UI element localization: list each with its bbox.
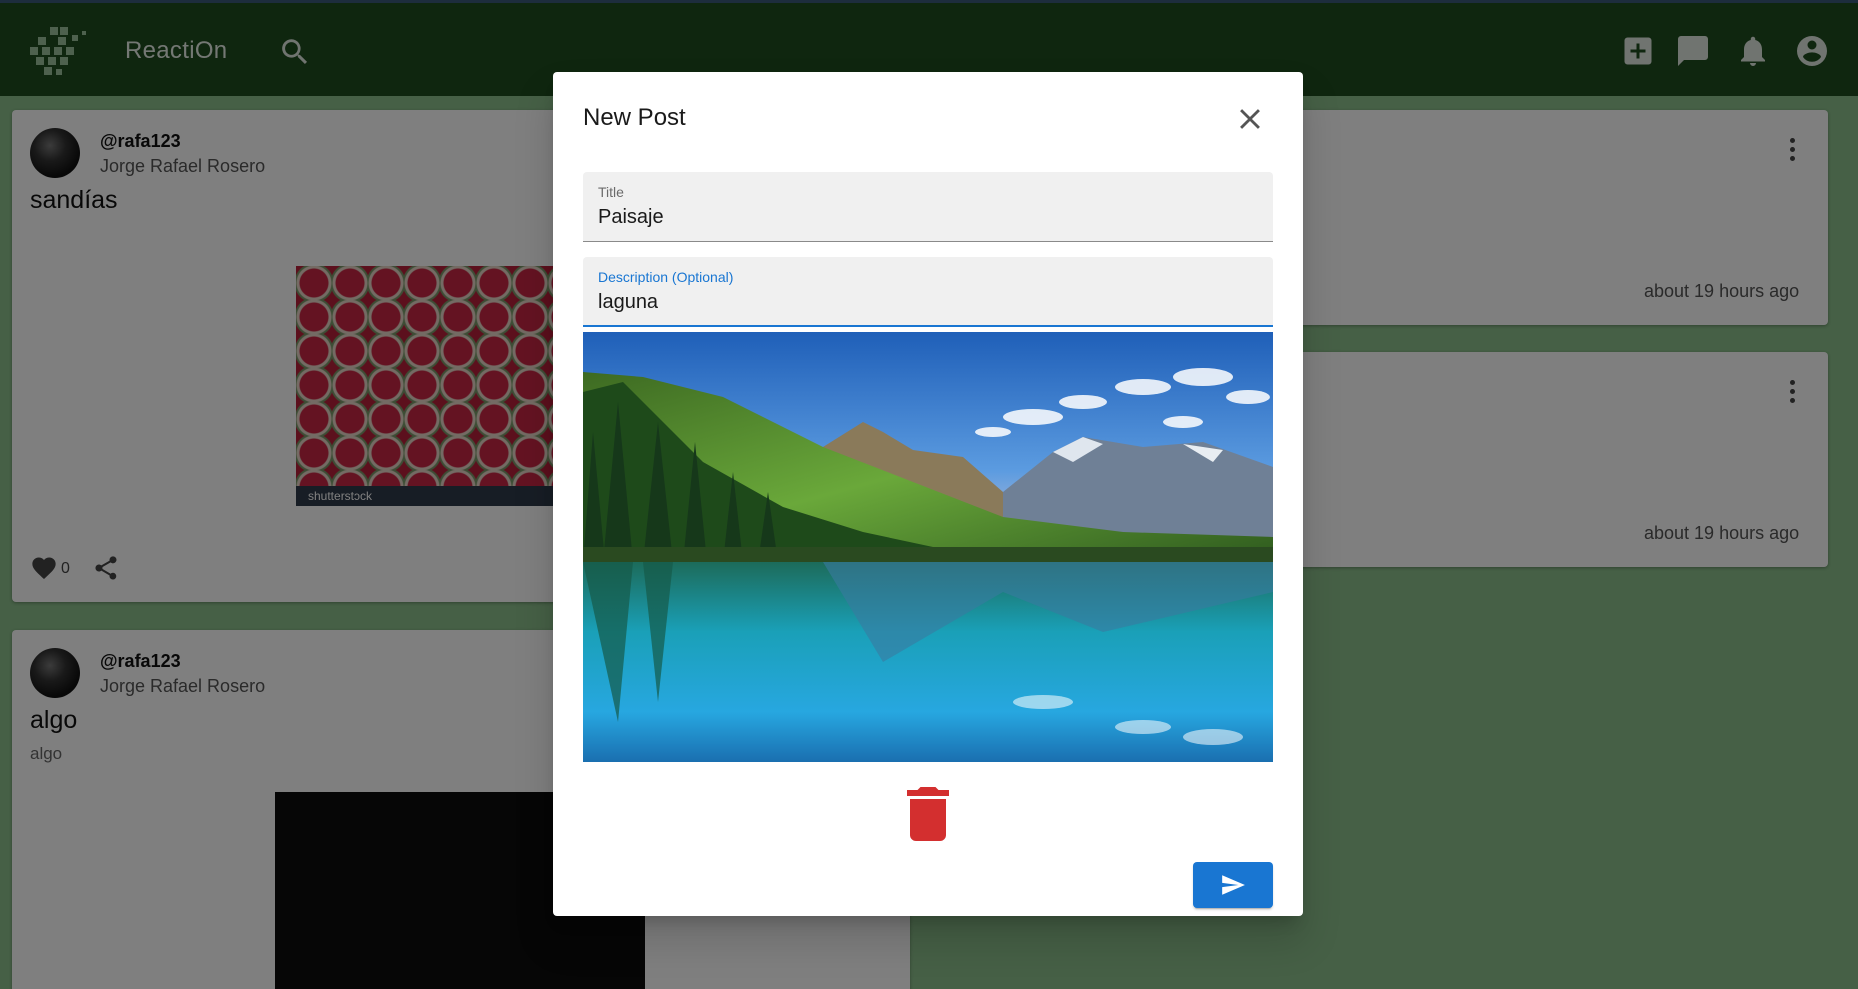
title-field[interactable]: Title — [583, 172, 1273, 242]
close-icon[interactable] — [1233, 102, 1267, 136]
description-field[interactable]: Description (Optional) — [583, 257, 1273, 327]
delete-icon[interactable] — [907, 787, 949, 841]
description-field-label: Description (Optional) — [598, 269, 734, 285]
title-input[interactable] — [598, 206, 1258, 229]
dialog-title: New Post — [583, 104, 686, 131]
description-input[interactable] — [598, 291, 1258, 314]
new-post-dialog: New Post Title Description (Optional) — [553, 72, 1303, 916]
send-icon — [1222, 875, 1245, 895]
image-preview — [583, 332, 1273, 762]
send-button[interactable] — [1193, 862, 1273, 908]
title-field-label: Title — [598, 184, 624, 200]
